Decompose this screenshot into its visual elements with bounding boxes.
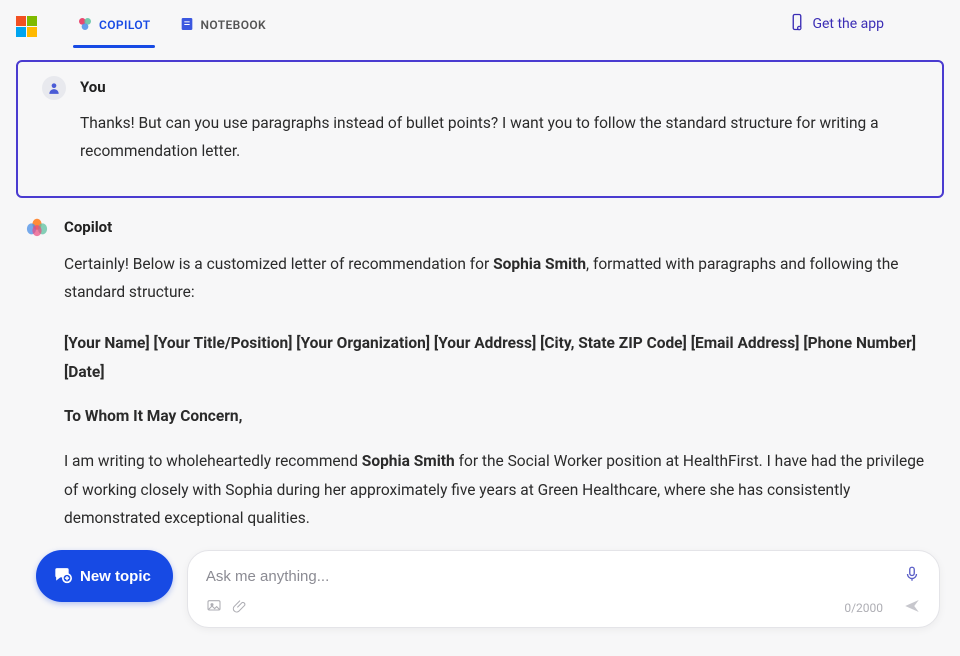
copilot-avatar	[26, 216, 50, 240]
assistant-message-content: Copilot Certainly! Below is a customized…	[64, 218, 934, 538]
assistant-intro-name: Sophia Smith	[493, 255, 586, 273]
assistant-name-label: Copilot	[64, 218, 934, 236]
tab-copilot[interactable]: COPILOT	[77, 2, 151, 47]
person-icon	[47, 81, 61, 95]
letter-header-placeholders: [Your Name] [Your Title/Position] [Your …	[64, 329, 934, 386]
copilot-icon	[77, 16, 93, 35]
assistant-intro: Certainly! Below is a customized letter …	[64, 250, 934, 307]
assistant-intro-a: Certainly! Below is a customized letter …	[64, 255, 493, 273]
send-icon	[903, 597, 921, 615]
letter-body-1-name: Sophia Smith	[362, 452, 455, 470]
new-topic-icon	[52, 564, 72, 588]
tab-list: COPILOT NOTEBOOK	[77, 2, 266, 47]
tab-notebook-label: NOTEBOOK	[201, 18, 267, 32]
letter-body-1a: I am writing to wholeheartedly recommend	[64, 452, 362, 470]
image-icon	[206, 598, 222, 614]
user-message-text: Thanks! But can you use paragraphs inste…	[80, 110, 918, 166]
microsoft-logo	[16, 16, 37, 37]
char-counter: 0/2000	[844, 601, 883, 615]
chat-input-box[interactable]: 0/2000	[187, 550, 940, 628]
tab-notebook[interactable]: NOTEBOOK	[179, 2, 267, 47]
copilot-icon	[26, 216, 48, 238]
assistant-message: Copilot Certainly! Below is a customized…	[16, 218, 944, 538]
user-message-content: You Thanks! But can you use paragraphs i…	[80, 78, 918, 166]
chat-input[interactable]	[206, 568, 903, 585]
conversation-area: You Thanks! But can you use paragraphs i…	[0, 48, 960, 538]
get-app-label: Get the app	[812, 16, 884, 32]
user-name-label: You	[80, 78, 918, 96]
tab-copilot-label: COPILOT	[99, 18, 151, 32]
letter-body-1: I am writing to wholeheartedly recommend…	[64, 447, 934, 533]
header-bar: COPILOT NOTEBOOK Get the app	[0, 0, 960, 48]
input-area: New topic	[36, 550, 940, 628]
microphone-icon	[903, 565, 921, 583]
microphone-button[interactable]	[903, 565, 921, 587]
paperclip-icon	[232, 598, 248, 614]
attachment-button[interactable]	[232, 598, 248, 618]
get-app-link[interactable]: Get the app	[788, 13, 884, 35]
phone-icon	[788, 13, 806, 35]
user-message: You Thanks! But can you use paragraphs i…	[16, 60, 944, 198]
new-topic-label: New topic	[80, 568, 151, 585]
notebook-icon	[179, 16, 195, 35]
new-topic-button[interactable]: New topic	[36, 550, 173, 602]
send-button[interactable]	[903, 597, 921, 619]
letter-salutation: To Whom It May Concern,	[64, 402, 934, 431]
user-avatar	[42, 76, 66, 100]
image-attach-button[interactable]	[206, 598, 222, 618]
